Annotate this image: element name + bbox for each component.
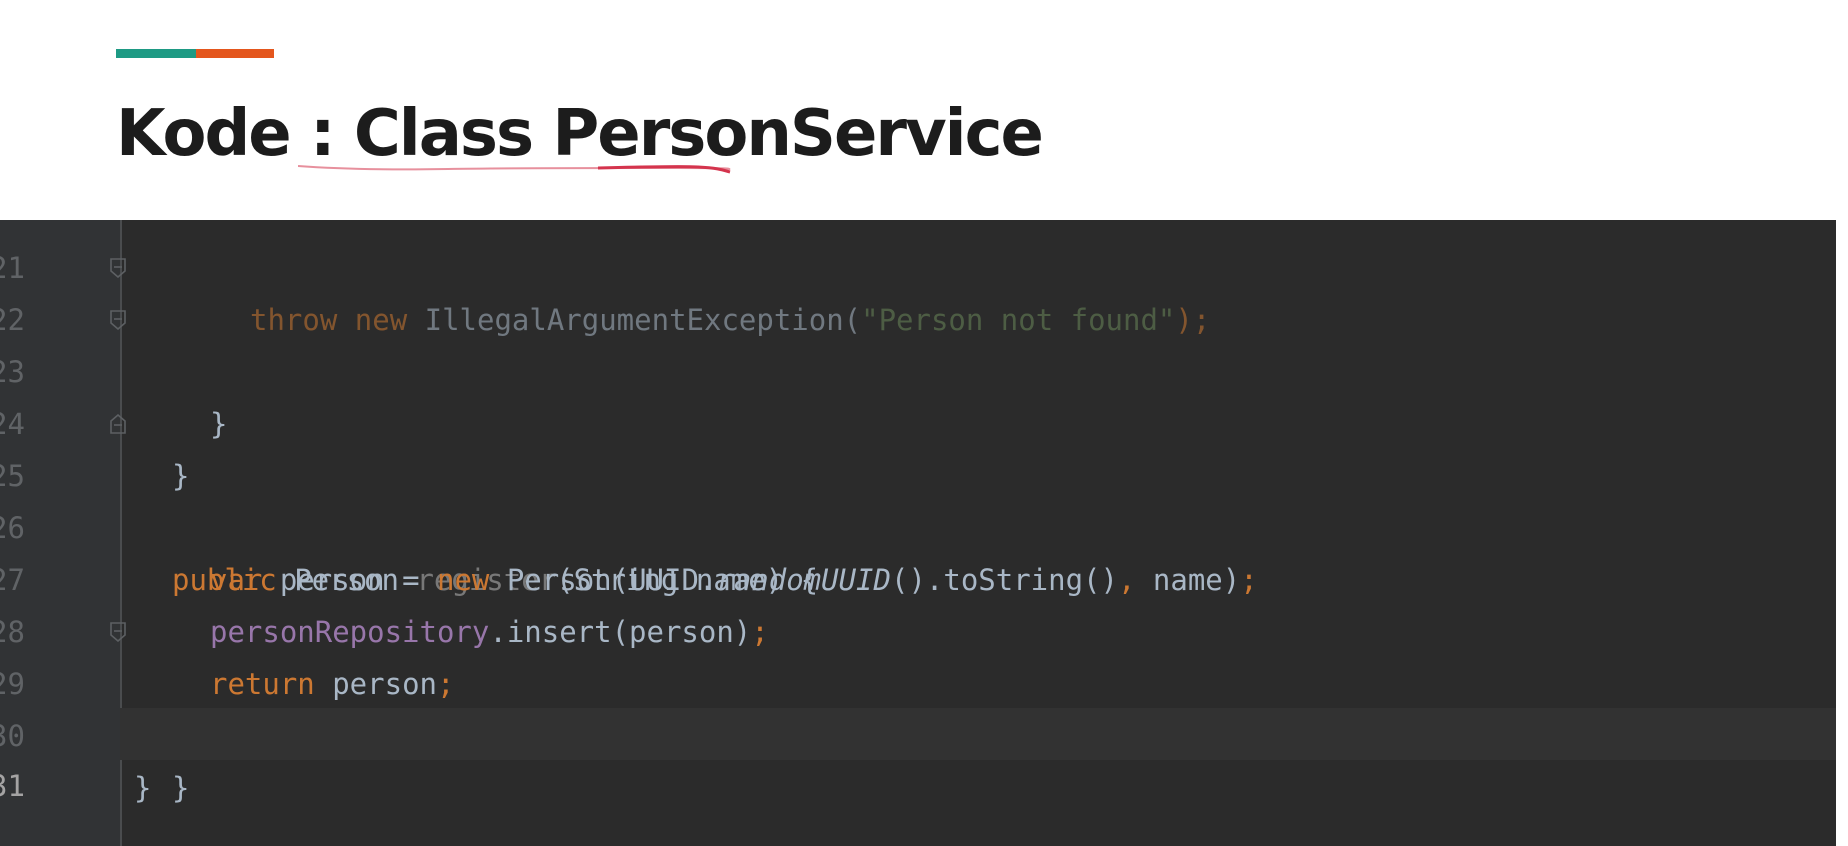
code-line-22[interactable]: 22 }: [0, 242, 1836, 441]
code-line-26[interactable]: 26 var person = new Person(UUID.randomUU…: [0, 450, 1836, 597]
code-line-29[interactable]: 29 }: [0, 606, 1836, 805]
code-line-24[interactable]: 24: [0, 346, 1836, 441]
accent-orange-segment: [196, 49, 274, 58]
code-text[interactable]: }: [172, 762, 189, 814]
code-line-27[interactable]: 27 personRepository.insert(person);: [0, 502, 1836, 649]
spellcheck-underline: [298, 165, 731, 174]
code-line-30[interactable]: 30 }: [0, 658, 1836, 805]
code-line-25[interactable]: 25 public Person register(String name) {: [0, 398, 1836, 597]
fold-end-icon[interactable]: [110, 258, 126, 278]
title-accent-bar: [116, 49, 274, 58]
code-line-31[interactable]: 31: [0, 708, 1836, 803]
line-number: 31: [0, 769, 25, 803]
code-line-21[interactable]: 21 throw new IllegalArgumentException("P…: [0, 220, 1836, 337]
code-editor[interactable]: 21 throw new IllegalArgumentException("P…: [0, 220, 1836, 846]
fold-end-icon[interactable]: [110, 310, 126, 330]
fold-end-icon[interactable]: [110, 622, 126, 642]
accent-teal-segment: [116, 49, 196, 58]
code-line-23[interactable]: 23 }: [0, 294, 1836, 493]
code-text[interactable]: }: [134, 762, 151, 814]
code-line-28[interactable]: 28 return person;: [0, 554, 1836, 701]
fold-start-icon[interactable]: [110, 414, 126, 434]
